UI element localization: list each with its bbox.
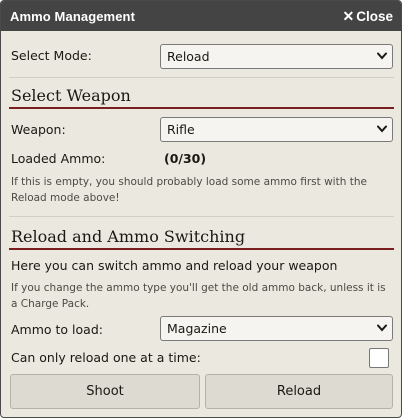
ammo-to-load-label: Ammo to load: bbox=[11, 322, 103, 337]
shoot-button[interactable]: Shoot bbox=[10, 374, 200, 409]
heading-underline bbox=[9, 107, 394, 109]
reload-button[interactable]: Reload bbox=[205, 374, 393, 409]
divider bbox=[9, 77, 394, 78]
close-label: Close bbox=[356, 8, 393, 24]
reload-note: If you change the ammo type you'll get t… bbox=[11, 282, 386, 310]
close-icon: ✕ bbox=[342, 8, 355, 24]
ammo-select[interactable]: Magazine bbox=[160, 316, 393, 341]
loaded-ammo-value: (0/30) bbox=[164, 151, 207, 166]
reload-section-heading: Reload and Ammo Switching bbox=[11, 227, 246, 246]
weapon-hint: If this is empty, you should probably lo… bbox=[11, 176, 367, 204]
heading-underline bbox=[9, 248, 394, 250]
weapon-select[interactable]: Rifle bbox=[160, 117, 393, 142]
one-at-a-time-label: Can only reload one at a time: bbox=[11, 350, 201, 365]
chevron-down-icon bbox=[377, 52, 387, 60]
loaded-ammo-label: Loaded Ammo: bbox=[11, 151, 106, 166]
divider bbox=[9, 216, 394, 217]
one-at-a-time-checkbox[interactable] bbox=[369, 348, 389, 368]
chevron-down-icon bbox=[377, 125, 387, 133]
mode-select[interactable]: Reload bbox=[160, 44, 393, 69]
weapon-label: Weapon: bbox=[11, 122, 66, 137]
titlebar[interactable]: Ammo Management ✕ Close bbox=[1, 1, 401, 31]
close-button[interactable]: ✕ Close bbox=[343, 9, 394, 24]
ammo-management-dialog: Ammo Management ✕ Close Select Mode: Rel… bbox=[0, 0, 402, 418]
dialog-title: Ammo Management bbox=[10, 8, 136, 24]
reload-intro: Here you can switch ammo and reload your… bbox=[11, 258, 338, 273]
mode-label: Select Mode: bbox=[11, 48, 92, 63]
chevron-down-icon bbox=[377, 324, 387, 332]
select-weapon-heading: Select Weapon bbox=[11, 86, 131, 105]
